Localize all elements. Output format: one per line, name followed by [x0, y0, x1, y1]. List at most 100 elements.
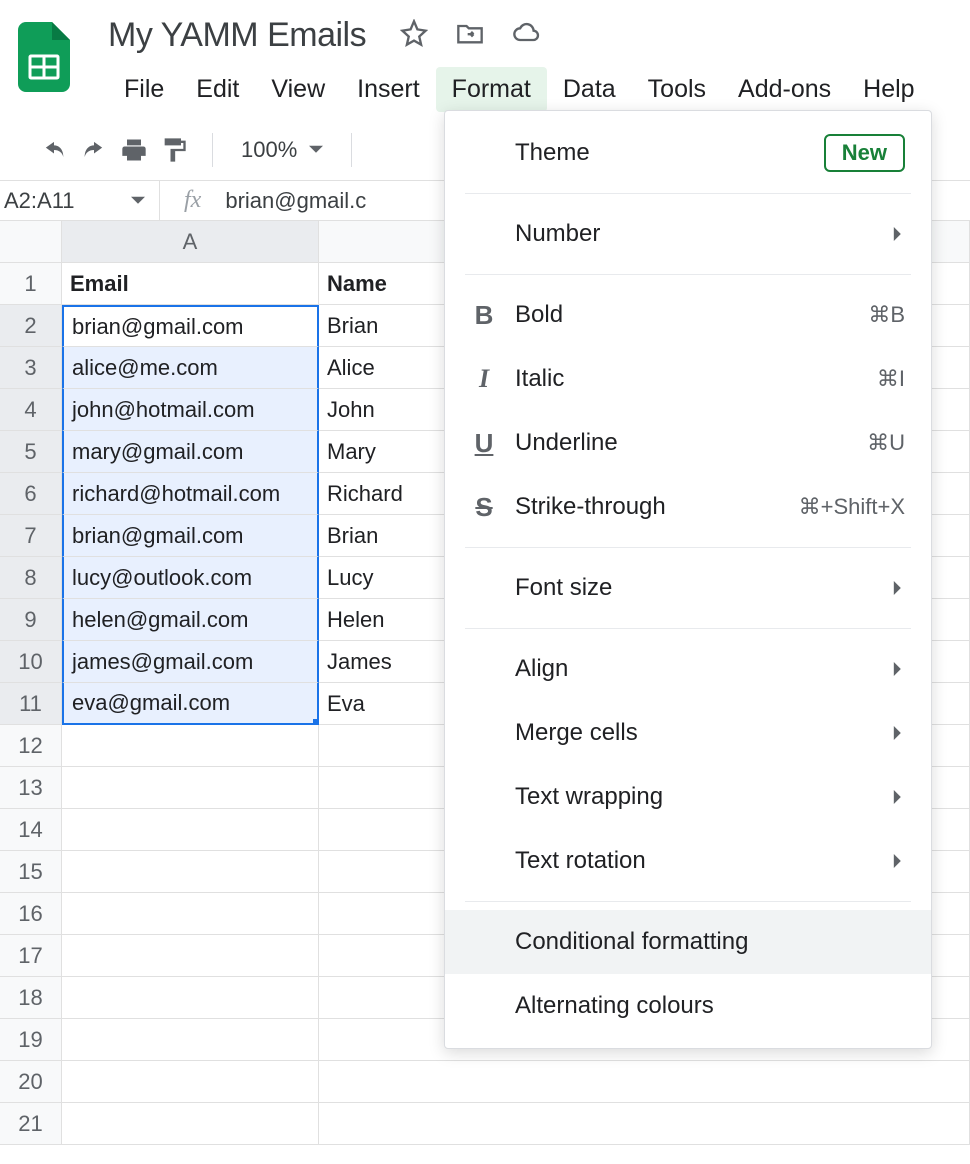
- cell[interactable]: mary@gmail.com: [62, 431, 319, 473]
- menu-view[interactable]: View: [255, 67, 341, 112]
- menu-item-underline[interactable]: U Underline ⌘U: [445, 411, 931, 475]
- menu-item-italic[interactable]: I Italic ⌘I: [445, 347, 931, 411]
- row-header[interactable]: 7: [0, 515, 62, 557]
- row-header[interactable]: 17: [0, 935, 62, 977]
- cell[interactable]: helen@gmail.com: [62, 599, 319, 641]
- document-title[interactable]: My YAMM Emails: [108, 16, 366, 55]
- menu-data[interactable]: Data: [547, 67, 632, 112]
- italic-icon: I: [469, 364, 499, 394]
- redo-button[interactable]: [76, 132, 112, 168]
- bold-icon: B: [469, 300, 499, 331]
- menu-help[interactable]: Help: [847, 67, 930, 112]
- selection-handle[interactable]: [313, 719, 319, 725]
- cell[interactable]: [62, 977, 319, 1019]
- menu-file[interactable]: File: [108, 67, 180, 112]
- move-to-folder-icon[interactable]: [456, 19, 484, 52]
- keyboard-shortcut: ⌘U: [867, 430, 905, 456]
- cell[interactable]: Email: [62, 263, 319, 305]
- row-header[interactable]: 12: [0, 725, 62, 767]
- row-header[interactable]: 3: [0, 347, 62, 389]
- menu-format[interactable]: Format: [436, 67, 547, 112]
- row-header[interactable]: 21: [0, 1103, 62, 1145]
- row-header[interactable]: 4: [0, 389, 62, 431]
- formula-input[interactable]: brian@gmail.c: [225, 188, 366, 214]
- menu-item-theme[interactable]: Theme New: [445, 121, 931, 185]
- menu-separator: [465, 901, 911, 902]
- cell[interactable]: [62, 1019, 319, 1061]
- row-header[interactable]: 14: [0, 809, 62, 851]
- undo-button[interactable]: [36, 132, 72, 168]
- row-header[interactable]: 6: [0, 473, 62, 515]
- cell[interactable]: [62, 1061, 319, 1103]
- cell[interactable]: [62, 851, 319, 893]
- cell[interactable]: lucy@outlook.com: [62, 557, 319, 599]
- cell[interactable]: [62, 1103, 319, 1145]
- submenu-arrow-icon: [891, 783, 905, 811]
- menu-addons[interactable]: Add-ons: [722, 67, 847, 112]
- select-all-corner[interactable]: [0, 221, 62, 263]
- menu-item-text-wrapping[interactable]: Text wrapping: [445, 765, 931, 829]
- name-box[interactable]: A2:A11: [0, 181, 160, 220]
- app-header: My YAMM Emails File Edit View Insert For…: [0, 0, 970, 112]
- cell[interactable]: [62, 809, 319, 851]
- row-header[interactable]: 8: [0, 557, 62, 599]
- cell[interactable]: [319, 1061, 970, 1103]
- cell[interactable]: brian@gmail.com: [62, 305, 319, 347]
- cell[interactable]: [62, 893, 319, 935]
- underline-icon: U: [469, 428, 499, 459]
- menu-item-label: Font size: [515, 574, 612, 602]
- keyboard-shortcut: ⌘+Shift+X: [799, 494, 905, 520]
- cell[interactable]: john@hotmail.com: [62, 389, 319, 431]
- zoom-dropdown[interactable]: 100%: [233, 137, 331, 163]
- menu-item-label: Align: [515, 655, 568, 683]
- cell-reference: A2:A11: [4, 188, 75, 214]
- cell[interactable]: [62, 725, 319, 767]
- row-header[interactable]: 2: [0, 305, 62, 347]
- menu-item-text-rotation[interactable]: Text rotation: [445, 829, 931, 893]
- menu-item-merge-cells[interactable]: Merge cells: [445, 701, 931, 765]
- menu-item-alternating-colours[interactable]: Alternating colours: [445, 974, 931, 1038]
- menu-item-font-size[interactable]: Font size: [445, 556, 931, 620]
- menu-tools[interactable]: Tools: [632, 67, 722, 112]
- row-header[interactable]: 15: [0, 851, 62, 893]
- row-header[interactable]: 13: [0, 767, 62, 809]
- row-header[interactable]: 1: [0, 263, 62, 305]
- cell[interactable]: [62, 767, 319, 809]
- menu-item-conditional-formatting[interactable]: Conditional formatting: [445, 910, 931, 974]
- menu-item-label: Text rotation: [515, 847, 646, 875]
- star-icon[interactable]: [400, 19, 428, 52]
- menu-item-label: Alternating colours: [515, 992, 714, 1020]
- print-button[interactable]: [116, 132, 152, 168]
- cell[interactable]: [62, 935, 319, 977]
- cell[interactable]: richard@hotmail.com: [62, 473, 319, 515]
- keyboard-shortcut: ⌘I: [877, 366, 905, 392]
- row-header[interactable]: 10: [0, 641, 62, 683]
- menu-edit[interactable]: Edit: [180, 67, 255, 112]
- new-badge: New: [824, 134, 905, 172]
- row-header[interactable]: 18: [0, 977, 62, 1019]
- cell[interactable]: alice@me.com: [62, 347, 319, 389]
- menu-separator: [465, 628, 911, 629]
- cloud-status-icon[interactable]: [512, 19, 540, 52]
- menu-item-number[interactable]: Number: [445, 202, 931, 266]
- menu-item-strikethrough[interactable]: S Strike-through ⌘+Shift+X: [445, 475, 931, 539]
- cell[interactable]: james@gmail.com: [62, 641, 319, 683]
- menu-separator: [465, 274, 911, 275]
- row-header[interactable]: 11: [0, 683, 62, 725]
- cell[interactable]: brian@gmail.com: [62, 515, 319, 557]
- row-header[interactable]: 5: [0, 431, 62, 473]
- submenu-arrow-icon: [891, 847, 905, 875]
- paint-format-button[interactable]: [156, 132, 192, 168]
- cell[interactable]: eva@gmail.com: [62, 683, 319, 725]
- row-header[interactable]: 16: [0, 893, 62, 935]
- cell[interactable]: [319, 1103, 970, 1145]
- column-header-a[interactable]: A: [62, 221, 319, 263]
- menu-item-bold[interactable]: B Bold ⌘B: [445, 283, 931, 347]
- menu-item-label: Conditional formatting: [515, 928, 748, 956]
- menu-item-align[interactable]: Align: [445, 637, 931, 701]
- row-header[interactable]: 19: [0, 1019, 62, 1061]
- row-header[interactable]: 20: [0, 1061, 62, 1103]
- cell-value: eva@gmail.com: [72, 690, 230, 716]
- row-header[interactable]: 9: [0, 599, 62, 641]
- menu-insert[interactable]: Insert: [341, 67, 436, 112]
